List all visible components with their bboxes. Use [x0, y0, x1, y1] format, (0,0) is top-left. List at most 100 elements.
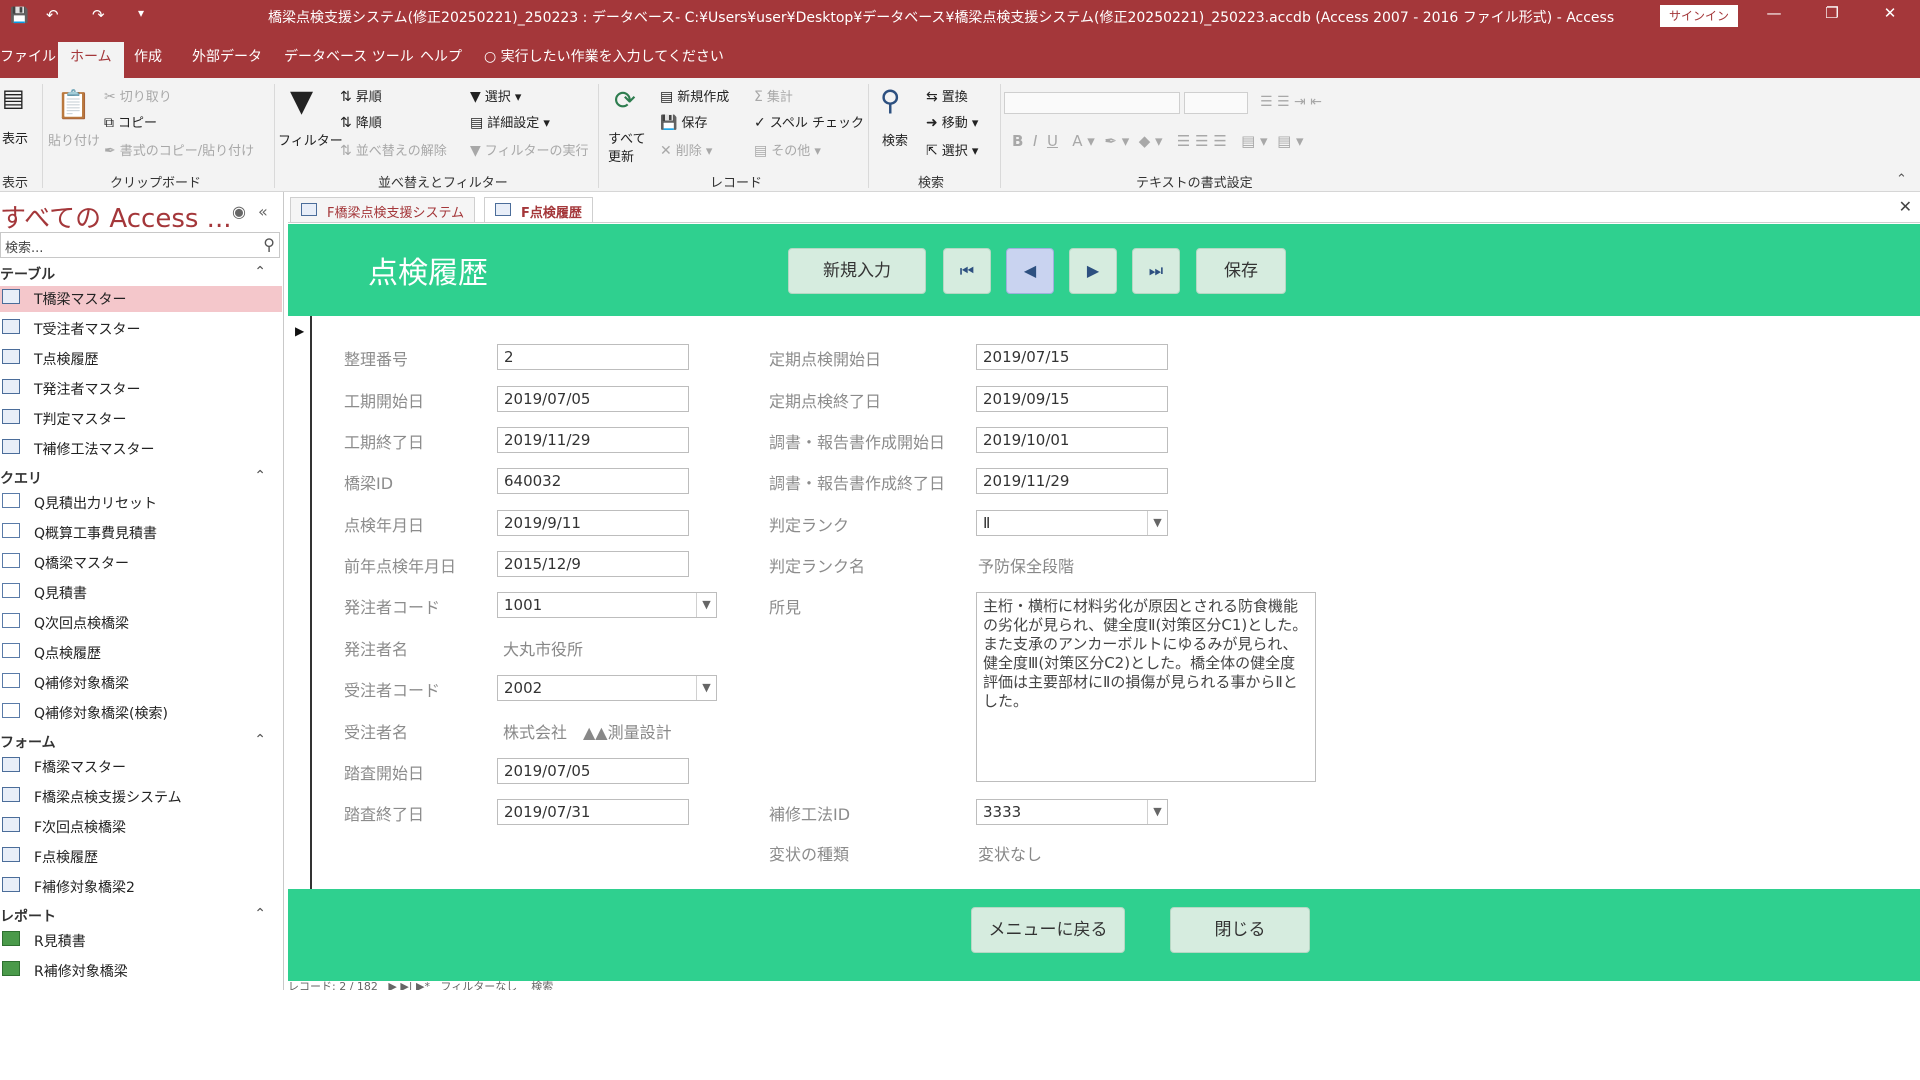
nav-category-tables[interactable]: テーブル ⌃ [0, 264, 280, 284]
nav-item[interactable]: T受注者マスター [0, 316, 282, 342]
nav-item[interactable]: T点検履歴 [0, 346, 282, 372]
prev-record-button[interactable]: ◀ [1006, 248, 1054, 294]
field-client-code[interactable]: 1001 ▼ [497, 592, 717, 618]
nav-menu-icon[interactable]: ◉ [232, 202, 246, 221]
nav-item[interactable]: Q橋梁マスター [0, 550, 282, 576]
field-prev-inspection-date[interactable]: 2015/12/9 [497, 551, 689, 577]
chevron-down-icon[interactable]: ▼ [696, 676, 716, 700]
new-record-button[interactable]: ▤ 新規作成 [660, 86, 729, 105]
nav-item[interactable]: T発注者マスター [0, 376, 282, 402]
nav-item[interactable]: T判定マスター [0, 406, 282, 432]
field-report-end[interactable]: 2019/11/29 [976, 468, 1168, 494]
find-icon[interactable]: ⚲ [880, 84, 901, 117]
last-record-button[interactable]: ⏭ [1132, 248, 1180, 294]
field-koki-end[interactable]: 2019/11/29 [497, 427, 689, 453]
field-bridge-id[interactable]: 640032 [497, 468, 689, 494]
nav-item[interactable]: Q点検履歴 [0, 640, 282, 666]
nav-category-forms[interactable]: フォーム ⌃ [0, 732, 280, 752]
nav-item[interactable]: F橋梁マスター [0, 754, 282, 780]
field-seiri-bango[interactable]: 2 [497, 344, 689, 370]
remove-sort-button[interactable]: ⇅ 並べ替えの解除 [340, 140, 447, 159]
close-form-button[interactable]: 閉じる [1170, 907, 1310, 953]
nav-search-input[interactable]: 検索... ⚲ [0, 232, 280, 258]
field-repair-method-id[interactable]: 3333 ▼ [976, 799, 1168, 825]
field-periodic-end[interactable]: 2019/09/15 [976, 386, 1168, 412]
goto-button[interactable]: ➜ 移動 ▾ [926, 112, 978, 131]
minimize-icon[interactable]: — [1754, 4, 1794, 28]
view-button[interactable]: 表示 [2, 128, 28, 147]
collapse-ribbon-icon[interactable]: ⌃ [1896, 172, 1907, 187]
filter-button[interactable]: フィルター [278, 130, 343, 149]
field-inspection-date[interactable]: 2019/9/11 [497, 510, 689, 536]
selection-button[interactable]: ▼ 選択 ▾ [470, 86, 521, 105]
refresh-icon[interactable]: ⟳ [614, 86, 636, 116]
field-survey-start[interactable]: 2019/07/05 [497, 758, 689, 784]
save-record-button[interactable]: 💾 保存 [660, 112, 707, 131]
record-selector[interactable]: ▶ [288, 316, 312, 889]
doc-tab-system[interactable]: F橋梁点検支援システム [290, 197, 476, 222]
tab-database-tools[interactable]: データベース ツール [284, 46, 414, 66]
more-button[interactable]: ▤ その他 ▾ [754, 140, 821, 159]
record-search[interactable]: 検索 [531, 980, 553, 990]
format-painter-button[interactable]: ✒ 書式のコピー/貼り付け [104, 140, 254, 159]
cut-button[interactable]: ✂ 切り取り [104, 86, 172, 105]
close-document-icon[interactable]: ✕ [1899, 197, 1912, 216]
advanced-button[interactable]: ▤ 詳細設定 ▾ [470, 112, 550, 131]
filter-status[interactable]: フィルターなし [440, 980, 517, 990]
field-findings[interactable]: 主桁・横桁に材料劣化が原因とされる防食機能の劣化が見られ、健全度Ⅱ(対策区分C1… [976, 592, 1316, 782]
replace-button[interactable]: ⇆ 置換 [926, 86, 968, 105]
redo-icon[interactable]: ↷ [92, 6, 105, 24]
field-periodic-start[interactable]: 2019/07/15 [976, 344, 1168, 370]
nav-item[interactable]: Q概算工事費見積書 [0, 520, 282, 546]
next-record-button[interactable]: ▶ [1069, 248, 1117, 294]
ascending-button[interactable]: ⇅ 昇順 [340, 86, 382, 105]
refresh-all-label-1[interactable]: すべて [608, 128, 646, 147]
view-icon[interactable]: ▤ [2, 84, 25, 112]
delete-record-button[interactable]: ✕ 削除 ▾ [660, 140, 712, 159]
tab-file[interactable]: ファイル [0, 46, 56, 66]
nav-item[interactable]: F橋梁点検支援システム [0, 784, 282, 810]
first-record-button[interactable]: ⏮ [943, 248, 991, 294]
chevron-down-icon[interactable]: ▼ [1147, 511, 1167, 535]
undo-icon[interactable]: ↶ [46, 6, 59, 24]
totals-button[interactable]: Σ 集計 [754, 86, 793, 105]
nav-category-reports[interactable]: レポート ⌃ [0, 906, 280, 926]
field-rank[interactable]: Ⅱ ▼ [976, 510, 1168, 536]
refresh-all-label-2[interactable]: 更新 [608, 146, 634, 165]
spelling-button[interactable]: ✓ スペル チェック [754, 112, 864, 131]
tab-external-data[interactable]: 外部データ [192, 46, 262, 66]
nav-item[interactable]: Q補修対象橋梁 [0, 670, 282, 696]
nav-item[interactable]: F次回点検橋梁 [0, 814, 282, 840]
nav-item[interactable]: F補修対象橋梁2 [0, 874, 282, 900]
tab-home[interactable]: ホーム [58, 42, 124, 78]
nav-item[interactable]: R見積書 [0, 928, 282, 954]
tab-create[interactable]: 作成 [134, 46, 162, 66]
tab-help[interactable]: ヘルプ [420, 46, 462, 66]
save-icon[interactable]: 💾 [10, 6, 29, 24]
nav-category-queries[interactable]: クエリ ⌃ [0, 468, 280, 488]
nav-item[interactable]: Q見積書 [0, 580, 282, 606]
paste-button[interactable]: 貼り付け [48, 130, 100, 149]
font-size-select[interactable] [1184, 92, 1248, 114]
customize-qat-icon[interactable]: ▾ [138, 6, 144, 20]
record-position[interactable]: レコード: 2 / 182 [288, 980, 378, 990]
toggle-filter-button[interactable]: ▼ フィルターの実行 [470, 140, 589, 159]
search-icon[interactable]: ⚲ [263, 235, 275, 254]
nav-item[interactable]: Q補修対象橋梁(検索) [0, 700, 282, 726]
back-to-menu-button[interactable]: メニューに戻る [971, 907, 1125, 953]
field-koki-start[interactable]: 2019/07/05 [497, 386, 689, 412]
new-entry-button[interactable]: 新規入力 [788, 248, 926, 294]
nav-item[interactable]: Q次回点検橋梁 [0, 610, 282, 636]
signin-button[interactable]: サインイン [1660, 5, 1738, 27]
copy-button[interactable]: ⧉ コピー [104, 112, 157, 131]
list-icons[interactable]: ☰ ☰ ⇥ ⇤ [1260, 94, 1322, 110]
field-contractor-code[interactable]: 2002 ▼ [497, 675, 717, 701]
nav-item[interactable]: F点検履歴 [0, 844, 282, 870]
find-button[interactable]: 検索 [882, 130, 908, 149]
restore-icon[interactable]: ❐ [1812, 4, 1852, 28]
nav-item[interactable]: R補修対象橋梁 [0, 958, 282, 984]
close-icon[interactable]: ✕ [1870, 4, 1910, 28]
format-icons[interactable]: B I U A ▾ ✒ ▾ ◆ ▾ ☰ ☰ ☰ ▤ ▾ ▤ ▾ [1012, 132, 1304, 150]
paste-icon[interactable]: 📋 [56, 88, 91, 121]
nav-title[interactable]: すべての Access ... [0, 198, 231, 235]
